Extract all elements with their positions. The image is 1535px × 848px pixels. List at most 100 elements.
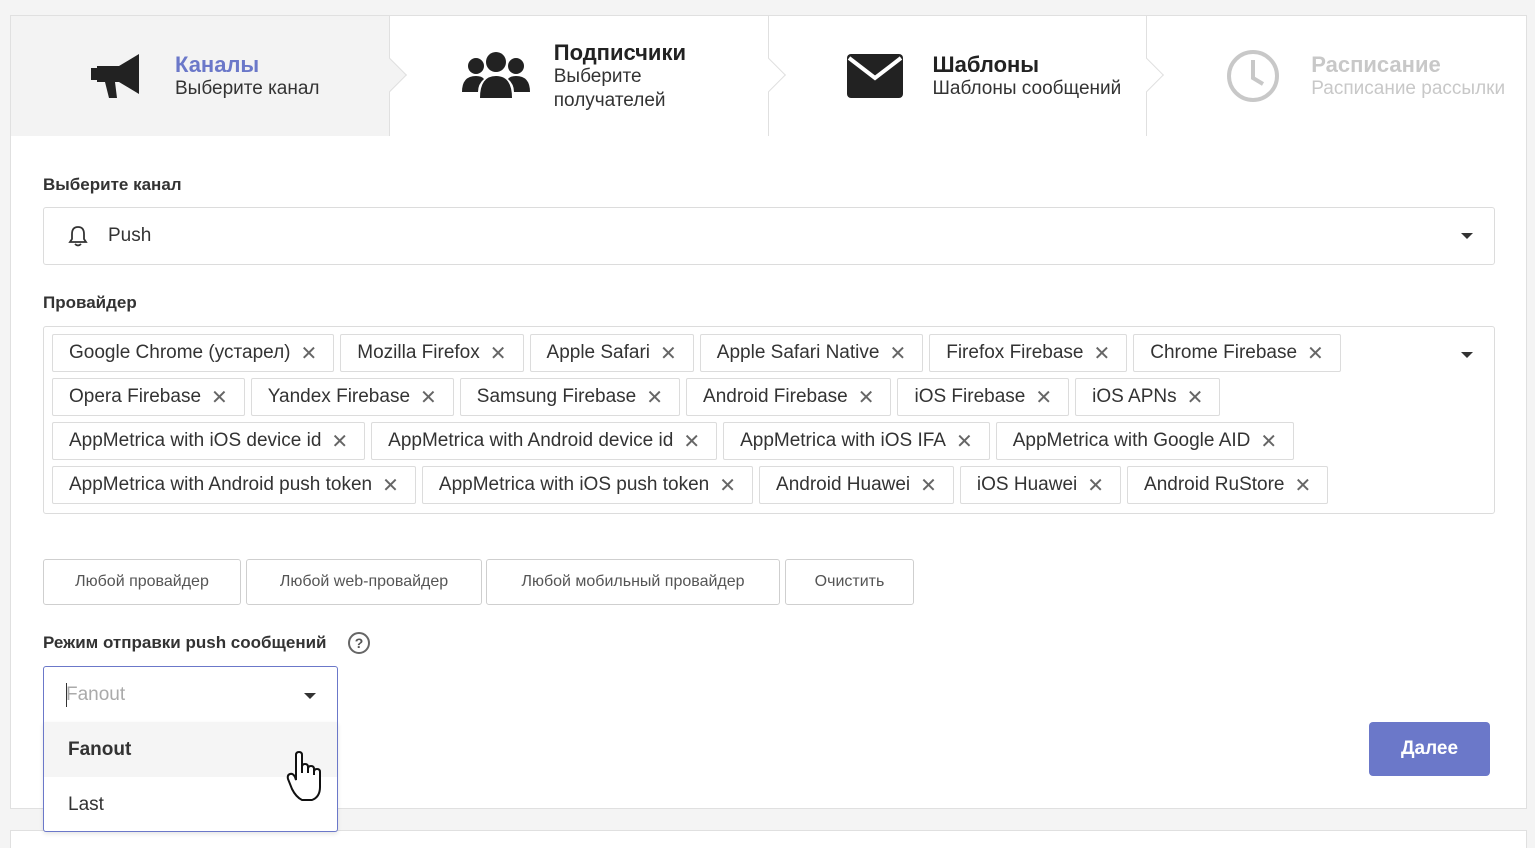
remove-tag-icon[interactable]: ✕ (1087, 473, 1104, 498)
step-description: Расписание рассылки (1311, 77, 1506, 99)
step-description: Шаблоны сообщений (932, 77, 1122, 99)
provider-tag: Apple Safari Native ✕ (699, 334, 924, 372)
channel-value: Push (108, 225, 152, 246)
step-title: Каналы (175, 51, 260, 77)
next-section-card (10, 830, 1527, 848)
next-button[interactable]: Далее (1369, 722, 1490, 776)
provider-tag-label: Android Firebase (703, 386, 848, 407)
remove-tag-icon[interactable]: ✕ (301, 341, 318, 366)
provider-tag-label: Yandex Firebase (267, 386, 411, 407)
provider-tag: Opera Firebase ✕ (52, 378, 245, 416)
provider-tag-label: AppMetrica with iOS push token (438, 474, 710, 495)
text-cursor (66, 683, 67, 707)
provider-tag-label: Mozilla Firefox (357, 342, 480, 363)
provider-tag: iOS Firebase ✕ (897, 378, 1070, 416)
step-channels[interactable]: Каналы Выберите канал (11, 16, 407, 136)
provider-tags: Google Chrome (устарел) ✕ Mozilla Firefox ✕… (52, 334, 1452, 510)
provider-tag: AppMetrica with iOS push token ✕ (421, 466, 754, 504)
remove-tag-icon[interactable]: ✕ (1187, 385, 1204, 410)
chevron-down-icon[interactable] (1461, 352, 1473, 358)
channel-select[interactable]: Push (43, 207, 1495, 265)
step-schedule[interactable]: Расписание Расписание рассылки (1147, 16, 1526, 136)
remove-tag-icon[interactable]: ✕ (420, 385, 437, 410)
provider-tag-label: Samsung Firebase (476, 386, 637, 407)
provider-tag: Samsung Firebase ✕ (459, 378, 681, 416)
provider-multiselect[interactable]: Google Chrome (устарел) ✕ Mozilla Firefox ✕… (43, 326, 1495, 514)
remove-tag-icon[interactable]: ✕ (660, 341, 677, 366)
remove-tag-icon[interactable]: ✕ (382, 473, 399, 498)
provider-tag: Firefox Firebase ✕ (929, 334, 1128, 372)
remove-tag-icon[interactable]: ✕ (956, 429, 973, 454)
clear-button[interactable]: Очистить (785, 559, 914, 605)
remove-tag-icon[interactable]: ✕ (211, 385, 228, 410)
provider-tag: iOS APNs ✕ (1075, 378, 1221, 416)
chevron-down-icon[interactable] (304, 693, 316, 699)
remove-tag-icon[interactable]: ✕ (1094, 341, 1111, 366)
envelope-icon (839, 46, 911, 106)
provider-tag: AppMetrica with iOS IFA ✕ (723, 422, 990, 460)
remove-tag-icon[interactable]: ✕ (920, 473, 937, 498)
provider-tag-label: Apple Safari Native (716, 342, 880, 363)
provider-tag: Mozilla Firefox ✕ (340, 334, 524, 372)
remove-tag-icon[interactable]: ✕ (1294, 473, 1311, 498)
provider-tag: AppMetrica with Android push token ✕ (52, 466, 416, 504)
provider-tag: Chrome Firebase ✕ (1133, 334, 1341, 372)
provider-tag-label: Chrome Firebase (1150, 342, 1298, 363)
bell-icon (68, 225, 88, 252)
any-web-provider-button[interactable]: Любой web-провайдер (246, 559, 482, 605)
provider-tag: AppMetrica with iOS device id ✕ (52, 422, 366, 460)
provider-tag-label: Android Huawei (776, 474, 911, 495)
wizard-card: Каналы Выберите канал Подписчики Выберит… (10, 15, 1527, 832)
remove-tag-icon[interactable]: ✕ (1307, 341, 1324, 366)
help-icon[interactable]: ? (348, 632, 370, 654)
step-description: Выберите получателей (553, 65, 666, 111)
remove-tag-icon[interactable]: ✕ (683, 429, 700, 454)
provider-tag-label: Android RuStore (1144, 474, 1285, 495)
wizard-steps: Каналы Выберите канал Подписчики Выберит… (11, 16, 1526, 136)
provider-tag-label: AppMetrica with iOS IFA (740, 430, 946, 451)
hand-cursor-icon (286, 750, 326, 808)
any-provider-button[interactable]: Любой провайдер (43, 559, 241, 605)
mode-placeholder: Fanout (66, 684, 126, 705)
step-templates[interactable]: Шаблоны Шаблоны сообщений (768, 16, 1165, 136)
provider-tag-label: iOS APNs (1092, 386, 1177, 407)
remove-tag-icon[interactable]: ✕ (646, 385, 663, 410)
channel-label: Выберите канал (43, 175, 182, 194)
step-description: Выберите канал (175, 77, 320, 99)
provider-tag: Apple Safari ✕ (529, 334, 694, 372)
provider-tag-label: iOS Firebase (914, 386, 1026, 407)
provider-tag: Android Huawei ✕ (759, 466, 954, 504)
provider-tag: Android RuStore ✕ (1127, 466, 1329, 504)
provider-tag-label: AppMetrica with Google AID (1012, 430, 1251, 451)
chevron-down-icon[interactable] (1461, 233, 1473, 239)
mode-select[interactable]: Fanout (43, 666, 338, 724)
step-title: Подписчики (553, 39, 686, 65)
mode-label: Режим отправки push сообщений (43, 633, 327, 652)
remove-tag-icon[interactable]: ✕ (331, 429, 348, 454)
provider-tag: AppMetrica with Android device id ✕ (371, 422, 718, 460)
provider-tag: Yandex Firebase ✕ (250, 378, 454, 416)
provider-tag: Android Firebase ✕ (686, 378, 892, 416)
provider-tag-label: AppMetrica with Android device id (388, 430, 674, 451)
provider-tag: Google Chrome (устарел) ✕ (52, 334, 335, 372)
step-title: Шаблоны (932, 51, 1040, 77)
provider-tag-label: AppMetrica with iOS device id (69, 430, 322, 451)
provider-tag: AppMetrica with Google AID ✕ (995, 422, 1295, 460)
provider-tag-label: Opera Firebase (69, 386, 202, 407)
step-subscribers[interactable]: Подписчики Выберите получателей (389, 16, 786, 136)
megaphone-icon (81, 46, 153, 106)
step-title: Расписание (1311, 51, 1441, 77)
provider-tag-label: AppMetrica with Android push token (69, 474, 373, 495)
provider-label: Провайдер (43, 293, 137, 312)
remove-tag-icon[interactable]: ✕ (490, 341, 507, 366)
users-icon (460, 46, 532, 106)
remove-tag-icon[interactable]: ✕ (858, 385, 875, 410)
clock-icon (1217, 46, 1289, 106)
remove-tag-icon[interactable]: ✕ (719, 473, 736, 498)
remove-tag-icon[interactable]: ✕ (1260, 429, 1277, 454)
provider-tag-label: Apple Safari (546, 342, 651, 363)
remove-tag-icon[interactable]: ✕ (889, 341, 906, 366)
any-mobile-provider-button[interactable]: Любой мобильный провайдер (486, 559, 780, 605)
remove-tag-icon[interactable]: ✕ (1035, 385, 1052, 410)
provider-tag-label: Google Chrome (устарел) (69, 342, 291, 363)
